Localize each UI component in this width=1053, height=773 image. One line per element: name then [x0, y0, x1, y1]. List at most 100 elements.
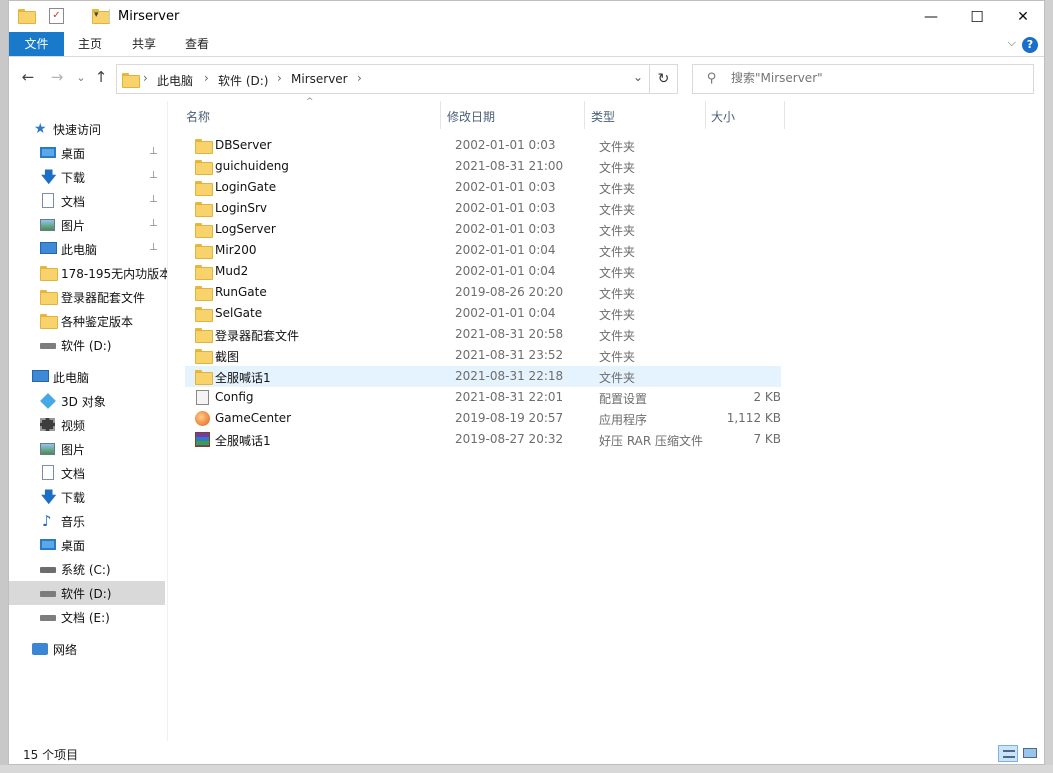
- sidebar-item-pictures[interactable]: 图片 ⊥: [9, 213, 165, 237]
- search-input[interactable]: [731, 71, 1021, 85]
- customize-dropdown-icon[interactable]: ▾: [94, 10, 99, 20]
- breadcrumb-mirserver[interactable]: Mirserver: [291, 72, 348, 86]
- file-row[interactable]: LoginGate 2002-01-01 0:03 文件夹: [185, 177, 781, 198]
- folder-icon: [195, 139, 213, 154]
- sidebar-item-drive-d[interactable]: 软件 (D:): [9, 581, 165, 605]
- file-row[interactable]: 登录器配套文件 2021-08-31 20:58 文件夹: [185, 324, 781, 345]
- sidebar-item-music[interactable]: ♪ 音乐: [9, 509, 165, 533]
- column-divider[interactable]: [440, 101, 441, 129]
- breadcrumb-this-pc[interactable]: 此电脑: [157, 72, 193, 89]
- drive-icon: [40, 615, 56, 621]
- sidebar-item-documents-pc[interactable]: 文档: [9, 461, 165, 485]
- folder-icon: [195, 244, 213, 259]
- sidebar-item-this-pc[interactable]: 此电脑: [9, 365, 165, 389]
- file-row[interactable]: GameCenter 2019-08-19 20:57 应用程序 1,112 KB: [185, 408, 781, 429]
- sidebar-item-folder-versions[interactable]: 各种鉴定版本: [9, 309, 165, 333]
- sort-ascending-icon: ^: [306, 97, 314, 107]
- file-row[interactable]: 全服喊话1 2021-08-31 22:18 文件夹: [185, 366, 781, 387]
- file-row[interactable]: SelGate 2002-01-01 0:04 文件夹: [185, 303, 781, 324]
- column-divider[interactable]: [584, 101, 585, 129]
- pin-icon[interactable]: ⊥: [149, 170, 158, 181]
- tab-file[interactable]: 文件: [9, 32, 64, 56]
- pc-icon: [32, 370, 49, 382]
- file-row[interactable]: guichuideng 2021-08-31 21:00 文件夹: [185, 156, 781, 177]
- sidebar-item-drive-c[interactable]: 系统 (C:): [9, 557, 165, 581]
- sidebar-item-network[interactable]: 网络: [9, 637, 165, 661]
- drive-icon: [40, 343, 56, 349]
- sidebar-item-3d-objects[interactable]: 3D 对象: [9, 389, 165, 413]
- sidebar-item-documents[interactable]: 文档 ⊥: [9, 189, 165, 213]
- sidebar-item-pictures-pc[interactable]: 图片: [9, 437, 165, 461]
- back-button[interactable]: ←: [18, 68, 38, 86]
- expand-ribbon-icon[interactable]: ⌵: [1008, 36, 1016, 50]
- file-row[interactable]: RunGate 2019-08-26 20:20 文件夹: [185, 282, 781, 303]
- sidebar-item-drive-d-quick[interactable]: 软件 (D:): [9, 333, 165, 357]
- file-date: 2002-01-01 0:03: [455, 201, 556, 215]
- sidebar-item-label: 图片: [61, 219, 86, 233]
- pin-icon[interactable]: ⊥: [149, 146, 158, 157]
- minimize-button[interactable]: —: [908, 1, 954, 32]
- column-header-date[interactable]: 修改日期: [447, 108, 495, 125]
- maximize-button[interactable]: ☐: [954, 1, 1000, 32]
- pin-icon[interactable]: ⊥: [149, 194, 158, 205]
- file-row[interactable]: Mir200 2002-01-01 0:04 文件夹: [185, 240, 781, 261]
- sidebar-item-this-pc-pinned[interactable]: 此电脑 ⊥: [9, 237, 165, 261]
- sidebar-item-videos[interactable]: 视频: [9, 413, 165, 437]
- details-view-button[interactable]: [998, 745, 1018, 762]
- window-title: Mirserver: [118, 9, 180, 24]
- sidebar-item-folder-178[interactable]: 178-195无内功版本: [9, 261, 171, 285]
- column-header-type[interactable]: 类型: [591, 108, 615, 125]
- file-date: 2021-08-31 23:52: [455, 348, 564, 362]
- desktop-background-right: [1045, 0, 1053, 773]
- file-row[interactable]: Mud2 2002-01-01 0:04 文件夹: [185, 261, 781, 282]
- large-icons-view-button[interactable]: [1020, 745, 1040, 762]
- network-icon: [32, 643, 48, 655]
- column-header-name[interactable]: 名称: [186, 108, 210, 125]
- recent-locations-button[interactable]: ⌄: [71, 71, 91, 84]
- forward-button[interactable]: →: [47, 68, 67, 86]
- file-row[interactable]: 截图 2021-08-31 23:52 文件夹: [185, 345, 781, 366]
- file-row[interactable]: DBServer 2002-01-01 0:03 文件夹: [185, 135, 781, 156]
- file-row[interactable]: Config 2021-08-31 22:01 配置设置 2 KB: [185, 387, 781, 408]
- close-button[interactable]: ✕: [1000, 1, 1044, 32]
- tab-view[interactable]: 查看: [174, 32, 220, 56]
- file-row[interactable]: LogServer 2002-01-01 0:03 文件夹: [185, 219, 781, 240]
- refresh-button[interactable]: ↻: [650, 64, 678, 94]
- file-size: 7 KB: [753, 432, 781, 446]
- file-date: 2021-08-31 22:01: [455, 390, 564, 404]
- address-dropdown-icon[interactable]: ⌄: [633, 70, 643, 84]
- sidebar-item-quick-access[interactable]: ★ 快速访问: [9, 117, 165, 141]
- file-date: 2019-08-27 20:32: [455, 432, 564, 446]
- folder-icon: [195, 202, 213, 217]
- address-bar[interactable]: › 此电脑 › 软件 (D:) › Mirserver › ⌄: [116, 64, 650, 94]
- breadcrumb-separator[interactable]: ›: [277, 71, 282, 85]
- search-box[interactable]: ⚲: [692, 64, 1034, 94]
- sidebar-item-downloads[interactable]: 🡇 下载 ⊥: [9, 165, 165, 189]
- title-bar: ✓ ▾ Mirserver — ☐ ✕: [9, 1, 1044, 32]
- breadcrumb-separator[interactable]: ›: [204, 71, 209, 85]
- breadcrumb-separator[interactable]: ›: [357, 71, 362, 85]
- column-divider[interactable]: [705, 101, 706, 129]
- sidebar-item-downloads-pc[interactable]: 🡇 下载: [9, 485, 165, 509]
- pin-icon[interactable]: ⊥: [149, 218, 158, 229]
- help-icon[interactable]: ?: [1022, 37, 1038, 53]
- sidebar-item-drive-e[interactable]: 文档 (E:): [9, 605, 165, 629]
- breadcrumb-separator[interactable]: ›: [143, 71, 148, 85]
- up-button[interactable]: ↑: [91, 68, 111, 86]
- tab-home[interactable]: 主页: [67, 32, 113, 56]
- picture-icon: [40, 443, 55, 455]
- file-row[interactable]: LoginSrv 2002-01-01 0:03 文件夹: [185, 198, 781, 219]
- column-divider[interactable]: [784, 101, 785, 129]
- sidebar-item-desktop-pc[interactable]: 桌面: [9, 533, 165, 557]
- properties-icon[interactable]: ✓: [49, 8, 64, 24]
- file-row[interactable]: 全服喊话1 2019-08-27 20:32 好压 RAR 压缩文件 7 KB: [185, 429, 781, 450]
- file-name: RunGate: [215, 285, 267, 299]
- pin-icon[interactable]: ⊥: [149, 242, 158, 253]
- column-header-size[interactable]: 大小: [711, 108, 735, 125]
- file-type: 文件夹: [599, 182, 636, 196]
- sidebar-item-folder-login[interactable]: 登录器配套文件: [9, 285, 165, 309]
- sidebar-item-desktop[interactable]: 桌面 ⊥: [9, 141, 165, 165]
- file-type: 文件夹: [599, 203, 636, 217]
- tab-share[interactable]: 共享: [121, 32, 167, 56]
- breadcrumb-drive-d[interactable]: 软件 (D:): [218, 72, 268, 89]
